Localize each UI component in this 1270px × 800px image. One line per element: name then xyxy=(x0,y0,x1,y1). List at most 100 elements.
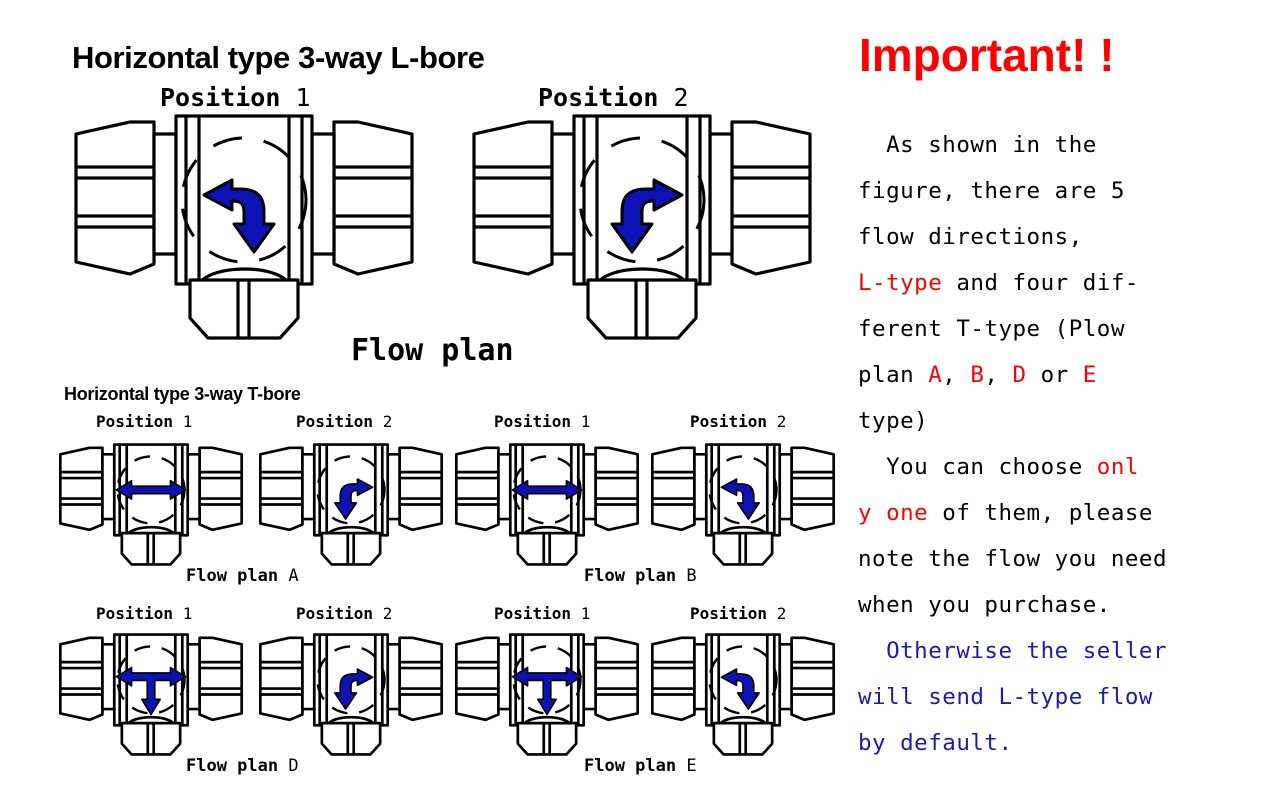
tbore-valve-e-position-2 xyxy=(648,627,838,762)
notice-text-segment: flow directions, xyxy=(858,224,1083,250)
tbore-e-position-2-text: Position xyxy=(690,604,768,623)
bottom-hex-nut xyxy=(188,278,300,340)
left-hex-nut xyxy=(472,120,554,276)
notice-text-segment: ferent T-type (Plow xyxy=(858,316,1125,342)
tbore-b-position-1-text: Position xyxy=(494,412,572,431)
bottom-hex-nut xyxy=(586,278,698,340)
notice-line: type) xyxy=(858,398,1270,444)
diagram-page: Horizontal type 3-way L-bore Position 1 … xyxy=(0,0,1270,800)
notice-text-segment: figure, there are 5 xyxy=(858,178,1125,204)
tbore-e-position-1-text: Position xyxy=(494,604,572,623)
notice-text-segment: note the flow you need xyxy=(858,546,1168,572)
tbore-flow-plan-e-letter: E xyxy=(686,756,697,776)
notice-text-segment: B xyxy=(970,362,985,388)
tbore-flow-plan-b-letter: B xyxy=(686,566,697,586)
notice-line: when you purchase. xyxy=(858,582,1270,628)
notice-line: y one of them, please xyxy=(858,490,1270,536)
lbore-flow-plan-caption: Flow plan xyxy=(351,333,514,368)
tbore-valve-e-position-1 xyxy=(452,627,642,762)
notice-text-segment: onl xyxy=(1096,454,1139,480)
notice-line: L-type and four dif- xyxy=(858,260,1270,306)
tbore-a-position-1-text: Position xyxy=(96,412,174,431)
lbore-valve-position-2 xyxy=(466,112,818,342)
notice-text-segment: and four dif- xyxy=(942,270,1139,296)
lbore-position-2-text: Position xyxy=(538,83,659,112)
tbore-a-position-1-number: 1 xyxy=(182,412,193,431)
right-collar xyxy=(310,132,336,256)
right-hex-nut xyxy=(730,120,812,276)
tbore-flow-plan-e-label: Flow plan E xyxy=(584,756,697,776)
tbore-b-position-2-number: 2 xyxy=(776,412,787,431)
notice-heading: Important! ! xyxy=(859,29,1115,81)
tbore-b-position-2-label: Position 2 xyxy=(690,412,786,431)
left-collar xyxy=(152,132,178,256)
notice-text-segment: will send L-type flow xyxy=(858,684,1153,710)
left-hex-nut xyxy=(74,120,156,276)
tbore-d-position-2-text: Position xyxy=(296,604,374,623)
lbore-position-1-number: 1 xyxy=(295,83,311,112)
tbore-flow-plan-d-label: Flow plan D xyxy=(186,756,299,776)
tbore-e-position-1-label: Position 1 xyxy=(494,604,590,623)
tbore-d-position-2-number: 2 xyxy=(382,604,393,623)
tbore-b-position-2-text: Position xyxy=(690,412,768,431)
notice-line: As shown in the xyxy=(858,122,1270,168)
lbore-title: Horizontal type 3-way L-bore xyxy=(72,40,485,75)
tbore-valve-b-position-2 xyxy=(648,437,838,572)
tbore-e-position-1-number: 1 xyxy=(580,604,591,623)
tbore-flow-plan-b-caption: Flow plan xyxy=(584,566,677,586)
tbore-flow-plan-b-label: Flow plan B xyxy=(584,566,697,586)
tbore-d-position-1-text: Position xyxy=(96,604,174,623)
lbore-position-2-label: Position 2 xyxy=(538,83,689,112)
tbore-e-position-2-label: Position 2 xyxy=(690,604,786,623)
notice-line: will send L-type flow xyxy=(858,674,1270,720)
notice-text-segment: E xyxy=(1082,362,1097,388)
right-hex-nut xyxy=(332,120,414,276)
tbore-flow-plan-d-caption: Flow plan xyxy=(186,756,279,776)
notice-line: plan A, B, D or E xyxy=(858,352,1270,398)
tbore-valve-a-position-1 xyxy=(56,437,246,572)
notice-line: by default. xyxy=(858,720,1270,766)
notice-text-segment: , xyxy=(942,362,971,388)
lbore-position-1-label: Position 1 xyxy=(160,83,311,112)
tbore-valve-b-position-1 xyxy=(452,437,642,572)
notice-text-segment: of them, please xyxy=(928,500,1153,526)
tbore-a-position-2-label: Position 2 xyxy=(296,412,392,431)
tbore-valve-d-position-2 xyxy=(256,627,446,762)
lbore-valve-position-1 xyxy=(68,112,420,342)
notice-text-segment: or xyxy=(1026,362,1083,388)
tbore-flow-plan-a-letter: A xyxy=(288,566,299,586)
notice-line: flow directions, xyxy=(858,214,1270,260)
tbore-b-position-1-label: Position 1 xyxy=(494,412,590,431)
notice-line: You can choose onl xyxy=(858,444,1270,490)
tbore-a-position-2-text: Position xyxy=(296,412,374,431)
tbore-flow-plan-a-caption: Flow plan xyxy=(186,566,279,586)
tbore-title: Horizontal type 3-way T-bore xyxy=(64,384,301,404)
lbore-position-1-text: Position xyxy=(160,83,281,112)
notice-text-segment: A xyxy=(928,362,943,388)
notice-line: figure, there are 5 xyxy=(858,168,1270,214)
notice-text-segment: L-type xyxy=(858,270,943,296)
notice-text-segment: You can choose xyxy=(858,454,1097,480)
tbore-valve-d-position-1 xyxy=(56,627,246,762)
tbore-flow-plan-d-letter: D xyxy=(288,756,299,776)
notice-line: note the flow you need xyxy=(858,536,1270,582)
notice-text-segment: D xyxy=(1012,362,1027,388)
tbore-valve-a-position-2 xyxy=(256,437,446,572)
tbore-a-position-2-number: 2 xyxy=(382,412,393,431)
notice-text-segment: when you purchase. xyxy=(858,592,1111,618)
notice-text-segment: As shown in the xyxy=(858,132,1097,158)
notice-line: Otherwise the seller xyxy=(858,628,1270,674)
notice-text-segment: type) xyxy=(858,408,929,434)
notice-text-segment: , xyxy=(984,362,1013,388)
notice-line: ferent T-type (Plow xyxy=(858,306,1270,352)
lbore-position-2-number: 2 xyxy=(673,83,689,112)
notice-text-segment: Otherwise the seller xyxy=(858,638,1168,664)
notice-text-segment: plan xyxy=(858,362,929,388)
tbore-e-position-2-number: 2 xyxy=(776,604,787,623)
notice-text-segment: by default. xyxy=(858,730,1013,756)
tbore-flow-plan-a-label: Flow plan A xyxy=(186,566,299,586)
notice-panel: Important! ! As shown in the figure, ther… xyxy=(852,0,1270,800)
left-collar xyxy=(550,132,576,256)
tbore-a-position-1-label: Position 1 xyxy=(96,412,192,431)
right-collar xyxy=(708,132,734,256)
